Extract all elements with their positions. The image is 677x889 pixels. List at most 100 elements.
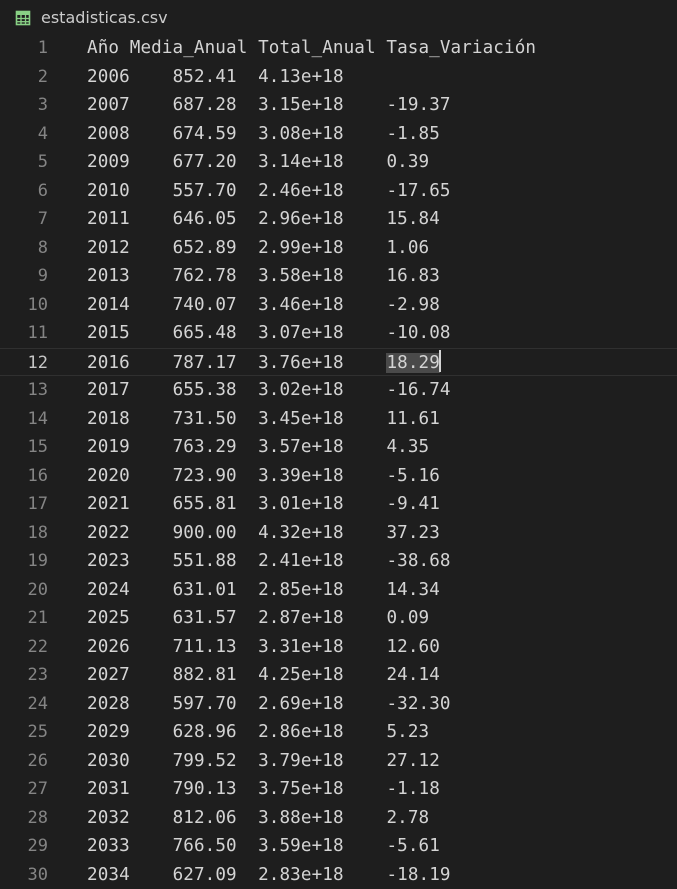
editor-line[interactable]: 62010 557.70 2.46e+18 -17.65 xyxy=(0,177,677,206)
editor-line[interactable]: 15 2019 763.29 3.57e+18 4.35 xyxy=(0,433,677,462)
editor-line[interactable]: 242028 597.70 2.69e+18 -32.30 xyxy=(0,690,677,719)
csv-row-text[interactable]: 2020 723.90 3.39e+18 -5.16 xyxy=(87,462,440,491)
line-number: 18 xyxy=(0,519,48,548)
csv-row-text[interactable]: 2019 763.29 3.57e+18 4.35 xyxy=(87,433,429,462)
cell-year: 2033 xyxy=(87,836,130,856)
cell-media-anual: 665.48 xyxy=(173,323,237,343)
editor-line[interactable]: 282032 812.06 3.88e+18 2.78 xyxy=(0,804,677,833)
editor-line[interactable]: 102014 740.07 3.46e+18 -2.98 xyxy=(0,291,677,320)
header-line-text[interactable]: Año Media_Anual Total_Anual Tasa_Variaci… xyxy=(87,34,536,63)
csv-row-text[interactable]: 2008 674.59 3.08e+18 -1.85 xyxy=(87,120,440,149)
editor-line[interactable]: 11 2015 665.48 3.07e+18 -10.08 xyxy=(0,319,677,348)
cell-total-anual: 4.25e+18 xyxy=(258,665,344,685)
editor-line[interactable]: 232027 882.81 4.25e+18 24.14 xyxy=(0,661,677,690)
editor-line[interactable]: 252029 628.96 2.86e+18 5.23 xyxy=(0,718,677,747)
editor-line[interactable]: 18 2022 900.00 4.32e+18 37.23 xyxy=(0,519,677,548)
csv-row-text[interactable]: 2021 655.81 3.01e+18 -9.41 xyxy=(87,490,440,519)
line-number: 15 xyxy=(0,433,48,462)
csv-row-text[interactable]: 2015 665.48 3.07e+18 -10.08 xyxy=(87,319,451,348)
csv-row-text[interactable]: 2024 631.01 2.85e+18 14.34 xyxy=(87,576,440,605)
csv-row-text[interactable]: 2017 655.38 3.02e+18 -16.74 xyxy=(87,376,451,405)
editor-line-header[interactable]: 1 Año Media_Anual Total_Anual Tasa_Varia… xyxy=(0,34,677,63)
line-number: 11 xyxy=(0,319,48,348)
cell-media-anual: 740.07 xyxy=(173,295,237,315)
csv-row-text[interactable]: 2014 740.07 3.46e+18 -2.98 xyxy=(87,291,440,320)
editor-line[interactable]: 20 2024 631.01 2.85e+18 14.34 xyxy=(0,576,677,605)
cell-tasa-variacion: -38.68 xyxy=(386,551,450,571)
csv-row-text[interactable]: 2010 557.70 2.46e+18 -17.65 xyxy=(87,177,451,206)
selected-text: 18.29 xyxy=(386,353,439,373)
editor-line[interactable]: 262030 799.52 3.79e+18 27.12 xyxy=(0,747,677,776)
cell-total-anual: 4.32e+18 xyxy=(258,523,344,543)
editor-line[interactable]: 92013 762.78 3.58e+18 16.83 xyxy=(0,262,677,291)
line-number: 27 xyxy=(0,775,48,804)
editor-line[interactable]: 4 2008 674.59 3.08e+18 -1.85 xyxy=(0,120,677,149)
editor-line[interactable]: 302034 627.09 2.83e+18 -18.19 xyxy=(0,861,677,889)
cell-tasa-variacion: 2.78 xyxy=(386,808,429,828)
csv-row-text[interactable]: 2032 812.06 3.88e+18 2.78 xyxy=(87,804,429,833)
cell-year: 2022 xyxy=(87,523,130,543)
cell-tasa-variacion: 0.09 xyxy=(386,608,429,628)
cell-total-anual: 3.59e+18 xyxy=(258,836,344,856)
csv-row-text[interactable]: 2030 799.52 3.79e+18 27.12 xyxy=(87,747,440,776)
csv-row-text[interactable]: 2034 627.09 2.83e+18 -18.19 xyxy=(87,861,451,889)
csv-row-text[interactable]: 2023 551.88 2.41e+18 -38.68 xyxy=(87,547,451,576)
editor-line[interactable]: 172021 655.81 3.01e+18 -9.41 xyxy=(0,490,677,519)
editor-line[interactable]: 142018 731.50 3.45e+18 11.61 xyxy=(0,405,677,434)
editor-line[interactable]: 82012 652.89 2.99e+18 1.06 xyxy=(0,234,677,263)
cell-media-anual: 687.28 xyxy=(173,95,237,115)
cell-year: 2016 xyxy=(87,353,130,373)
csv-row-text[interactable]: 2029 628.96 2.86e+18 5.23 xyxy=(87,718,429,747)
editor-line[interactable]: 32007 687.28 3.15e+18 -19.37 xyxy=(0,91,677,120)
editor-line[interactable]: 132017 655.38 3.02e+18 -16.74 xyxy=(0,376,677,405)
csv-row-text[interactable]: 2009 677.20 3.14e+18 0.39 xyxy=(87,148,429,177)
editor-line[interactable]: 27 2031 790.13 3.75e+18 -1.18 xyxy=(0,775,677,804)
csv-row-text[interactable]: 2026 711.13 3.31e+18 12.60 xyxy=(87,633,440,662)
cell-total-anual: 3.01e+18 xyxy=(258,494,344,514)
tab-title: estadisticas.csv xyxy=(41,8,168,27)
csv-row-text[interactable]: 2031 790.13 3.75e+18 -1.18 xyxy=(87,775,440,804)
line-number: 20 xyxy=(0,576,48,605)
cell-media-anual: 852.41 xyxy=(173,67,237,87)
editor-line[interactable]: 162020 723.90 3.39e+18 -5.16 xyxy=(0,462,677,491)
text-cursor xyxy=(439,350,441,372)
editor-tab[interactable]: estadisticas.csv xyxy=(0,0,677,36)
editor-line[interactable]: 292033 766.50 3.59e+18 -5.61 xyxy=(0,832,677,861)
cell-tasa-variacion: 37.23 xyxy=(386,523,439,543)
cell-total-anual: 2.85e+18 xyxy=(258,580,344,600)
cell-total-anual: 3.31e+18 xyxy=(258,637,344,657)
cell-tasa-variacion: 0.39 xyxy=(386,152,429,172)
cell-tasa-variacion: 12.60 xyxy=(386,637,439,657)
cell-tasa-variacion: 24.14 xyxy=(386,665,439,685)
csv-row-text[interactable]: 2025 631.57 2.87e+18 0.09 xyxy=(87,604,429,633)
line-number: 4 xyxy=(0,120,48,149)
cell-total-anual: 3.88e+18 xyxy=(258,808,344,828)
csv-row-text[interactable]: 2006 852.41 4.13e+18 xyxy=(87,63,386,92)
editor-line[interactable]: 21 2025 631.57 2.87e+18 0.09 xyxy=(0,604,677,633)
editor-text-area[interactable]: 1 Año Media_Anual Total_Anual Tasa_Varia… xyxy=(0,34,677,883)
csv-row-text[interactable]: 2022 900.00 4.32e+18 37.23 xyxy=(87,519,440,548)
csv-row-text[interactable]: 2033 766.50 3.59e+18 -5.61 xyxy=(87,832,440,861)
csv-row-text[interactable]: 2013 762.78 3.58e+18 16.83 xyxy=(87,262,440,291)
cell-year: 2013 xyxy=(87,266,130,286)
editor-line[interactable]: 222026 711.13 3.31e+18 12.60 xyxy=(0,633,677,662)
editor-line[interactable]: 52009 677.20 3.14e+18 0.39 xyxy=(0,148,677,177)
cell-year: 2017 xyxy=(87,380,130,400)
csv-row-text[interactable]: 2007 687.28 3.15e+18 -19.37 xyxy=(87,91,451,120)
csv-row-text[interactable]: 2028 597.70 2.69e+18 -32.30 xyxy=(87,690,451,719)
csv-row-text[interactable]: 2012 652.89 2.99e+18 1.06 xyxy=(87,234,429,263)
csv-row-text[interactable]: 2011 646.05 2.96e+18 15.84 xyxy=(87,205,440,234)
csv-row-text[interactable]: 2018 731.50 3.45e+18 11.61 xyxy=(87,405,440,434)
editor-line[interactable]: 72011 646.05 2.96e+18 15.84 xyxy=(0,205,677,234)
cell-media-anual: 597.70 xyxy=(173,694,237,714)
editor-line[interactable]: 192023 551.88 2.41e+18 -38.68 xyxy=(0,547,677,576)
editor-line[interactable]: 122016 787.17 3.76e+18 18.29 xyxy=(0,348,677,377)
csv-row-text[interactable]: 2016 787.17 3.76e+18 18.29 xyxy=(87,349,441,378)
cell-media-anual: 787.17 xyxy=(173,353,237,373)
cell-year: 2020 xyxy=(87,466,130,486)
editor-line[interactable]: 2 2006 852.41 4.13e+18 xyxy=(0,63,677,92)
cell-media-anual: 766.50 xyxy=(173,836,237,856)
line-number: 2 xyxy=(0,63,48,92)
csv-row-text[interactable]: 2027 882.81 4.25e+18 24.14 xyxy=(87,661,440,690)
line-number: 21 xyxy=(0,604,48,633)
